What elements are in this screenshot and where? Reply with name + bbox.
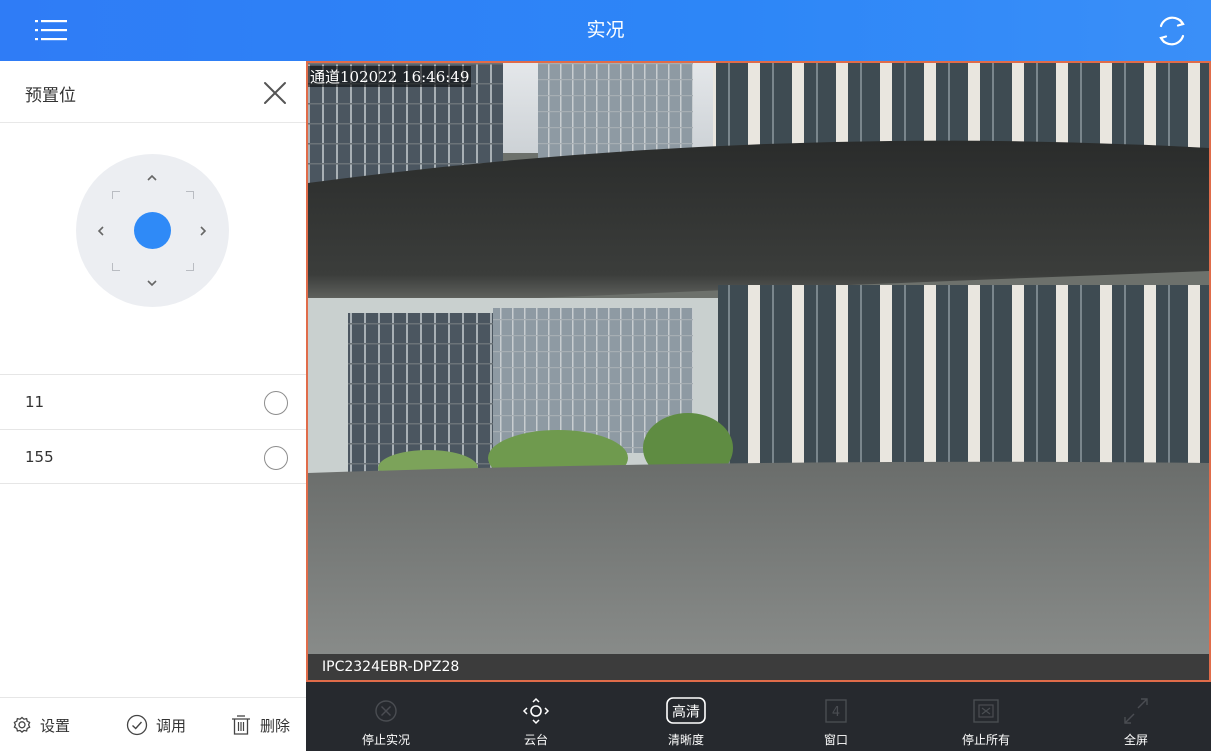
check-circle-icon	[126, 714, 148, 736]
fullscreen-icon	[1124, 698, 1148, 724]
stop-live-label: 停止实况	[361, 733, 410, 747]
osd-timestamp: 通道102022 16:46:49	[308, 66, 472, 87]
preset-panel-title: 预置位	[25, 86, 76, 106]
delete-label: 删除	[260, 716, 291, 735]
ptz-down-right-corner-icon[interactable]	[186, 263, 194, 271]
gear-icon	[13, 716, 31, 733]
window-layout-icon: 4	[825, 699, 847, 723]
ptz-left-arrow-icon[interactable]	[91, 221, 111, 241]
menu-list-icon[interactable]	[26, 14, 76, 48]
window-layout-label: 窗口	[823, 733, 848, 747]
preset-name: 155	[25, 448, 54, 466]
ptz-right-arrow-icon[interactable]	[193, 221, 213, 241]
live-video-window[interactable]: 通道102022 16:46:49 IPC2324EBR-DPZ28	[306, 61, 1211, 682]
fullscreen-button[interactable]: 全屏	[1061, 682, 1211, 751]
ptz-label: 云台	[523, 733, 548, 747]
ptz-up-left-corner-icon[interactable]	[112, 191, 120, 199]
preset-list: 11 155	[0, 374, 306, 484]
definition-button[interactable]: 高清 清晰度	[611, 682, 761, 751]
preset-radio[interactable]	[264, 446, 288, 470]
close-icon[interactable]	[262, 80, 288, 106]
svg-text:高清: 高清	[672, 704, 700, 721]
ptz-direction-pad	[76, 154, 229, 307]
stop-all-icon	[973, 699, 999, 723]
window-layout-button[interactable]: 4 窗口	[761, 682, 911, 751]
preset-panel: 预置位 11 155 设置 调用 删除	[0, 61, 306, 751]
ptz-down-arrow-icon[interactable]	[142, 273, 162, 293]
preset-actions: 设置 调用 删除	[0, 697, 306, 751]
call-label: 调用	[156, 716, 187, 735]
svg-text:4: 4	[832, 705, 840, 720]
call-preset-button[interactable]: 调用	[126, 713, 186, 737]
ptz-down-left-corner-icon[interactable]	[112, 263, 120, 271]
trash-icon	[232, 715, 250, 735]
settings-button[interactable]: 设置	[12, 713, 70, 737]
preset-item[interactable]: 11	[0, 374, 306, 429]
stop-all-label: 停止所有	[961, 733, 1010, 747]
ptz-up-right-corner-icon[interactable]	[186, 191, 194, 199]
definition-icon: 高清	[666, 697, 706, 724]
stop-live-button[interactable]: 停止实况	[311, 682, 461, 751]
definition-label: 清晰度	[667, 733, 704, 747]
preset-panel-header: 预置位	[0, 61, 306, 123]
settings-label: 设置	[40, 716, 71, 735]
ptz-center-button[interactable]	[134, 212, 171, 249]
page-title: 实况	[586, 19, 625, 41]
delete-preset-button[interactable]: 删除	[230, 713, 290, 737]
device-name-caption: IPC2324EBR-DPZ28	[308, 654, 1209, 680]
refresh-icon[interactable]	[1153, 12, 1191, 50]
stop-all-button[interactable]: 停止所有	[911, 682, 1061, 751]
preset-name: 11	[25, 393, 45, 411]
preset-radio[interactable]	[264, 391, 288, 415]
top-bar: 实况	[0, 0, 1211, 61]
camera-view-image	[308, 63, 1209, 680]
fullscreen-label: 全屏	[1123, 733, 1148, 747]
ptz-control-icon	[522, 697, 550, 725]
preset-item[interactable]: 155	[0, 429, 306, 484]
ptz-up-arrow-icon[interactable]	[142, 168, 162, 188]
ptz-button[interactable]: 云台	[461, 682, 611, 751]
stop-live-icon	[375, 700, 397, 722]
live-toolbar: 停止实况 云台 高清 清晰度 4 窗口 停止所有 全屏	[306, 682, 1211, 751]
